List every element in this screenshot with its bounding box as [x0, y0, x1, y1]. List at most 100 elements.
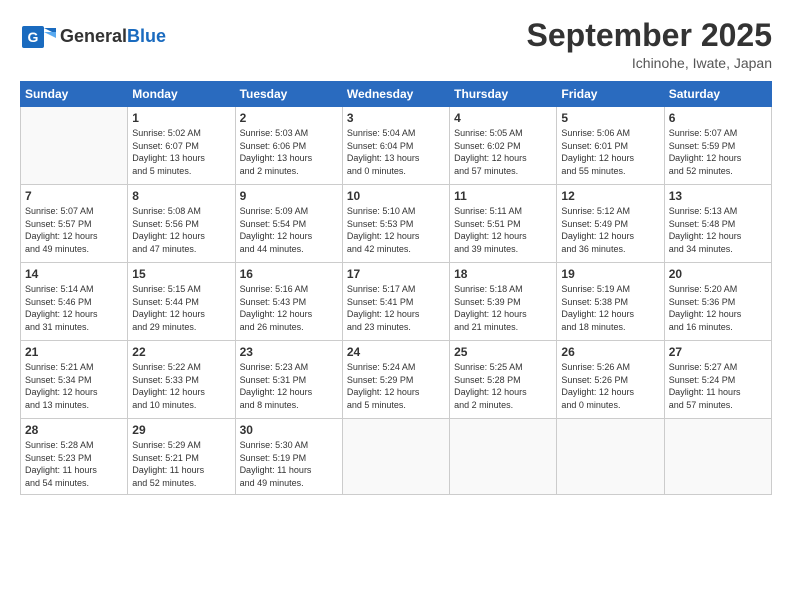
day-number: 17 [347, 267, 445, 281]
calendar-cell: 16 Sunrise: 5:16 AM Sunset: 5:43 PM Dayli… [235, 263, 342, 341]
calendar-cell: 10 Sunrise: 5:10 AM Sunset: 5:53 PM Dayli… [342, 185, 449, 263]
day-number: 9 [240, 189, 338, 203]
weekday-header-row: SundayMondayTuesdayWednesdayThursdayFrid… [21, 82, 772, 107]
calendar-cell: 6 Sunrise: 5:07 AM Sunset: 5:59 PM Daylig… [664, 107, 771, 185]
day-number: 6 [669, 111, 767, 125]
day-info: Sunrise: 5:15 AM Sunset: 5:44 PM Dayligh… [132, 283, 230, 333]
calendar-cell [557, 419, 664, 494]
day-number: 5 [561, 111, 659, 125]
day-info: Sunrise: 5:10 AM Sunset: 5:53 PM Dayligh… [347, 205, 445, 255]
day-info: Sunrise: 5:16 AM Sunset: 5:43 PM Dayligh… [240, 283, 338, 333]
day-info: Sunrise: 5:21 AM Sunset: 5:34 PM Dayligh… [25, 361, 123, 411]
logo-blue: Blue [127, 26, 166, 46]
day-number: 25 [454, 345, 552, 359]
day-info: Sunrise: 5:25 AM Sunset: 5:28 PM Dayligh… [454, 361, 552, 411]
day-info: Sunrise: 5:06 AM Sunset: 6:01 PM Dayligh… [561, 127, 659, 177]
day-number: 7 [25, 189, 123, 203]
calendar-cell: 12 Sunrise: 5:12 AM Sunset: 5:49 PM Dayli… [557, 185, 664, 263]
day-info: Sunrise: 5:12 AM Sunset: 5:49 PM Dayligh… [561, 205, 659, 255]
day-info: Sunrise: 5:29 AM Sunset: 5:21 PM Dayligh… [132, 439, 230, 489]
calendar-cell [342, 419, 449, 494]
calendar-cell [664, 419, 771, 494]
day-info: Sunrise: 5:11 AM Sunset: 5:51 PM Dayligh… [454, 205, 552, 255]
day-number: 16 [240, 267, 338, 281]
week-row-5: 28 Sunrise: 5:28 AM Sunset: 5:23 PM Dayli… [21, 419, 772, 494]
day-number: 13 [669, 189, 767, 203]
day-number: 2 [240, 111, 338, 125]
calendar-cell: 15 Sunrise: 5:15 AM Sunset: 5:44 PM Dayli… [128, 263, 235, 341]
calendar-cell: 9 Sunrise: 5:09 AM Sunset: 5:54 PM Daylig… [235, 185, 342, 263]
day-info: Sunrise: 5:03 AM Sunset: 6:06 PM Dayligh… [240, 127, 338, 177]
day-info: Sunrise: 5:04 AM Sunset: 6:04 PM Dayligh… [347, 127, 445, 177]
day-number: 29 [132, 423, 230, 437]
day-number: 18 [454, 267, 552, 281]
weekday-header-friday: Friday [557, 82, 664, 107]
day-number: 10 [347, 189, 445, 203]
week-row-2: 7Sunrise: 5:07 AM Sunset: 5:57 PM Daylig… [21, 185, 772, 263]
day-info: Sunrise: 5:26 AM Sunset: 5:26 PM Dayligh… [561, 361, 659, 411]
calendar-cell: 1 Sunrise: 5:02 AM Sunset: 6:07 PM Daylig… [128, 107, 235, 185]
day-info: Sunrise: 5:02 AM Sunset: 6:07 PM Dayligh… [132, 127, 230, 177]
calendar-cell: 17 Sunrise: 5:17 AM Sunset: 5:41 PM Dayli… [342, 263, 449, 341]
calendar-cell [450, 419, 557, 494]
day-info: Sunrise: 5:19 AM Sunset: 5:38 PM Dayligh… [561, 283, 659, 333]
day-info: Sunrise: 5:05 AM Sunset: 6:02 PM Dayligh… [454, 127, 552, 177]
month-title: September 2025 [527, 18, 772, 53]
day-info: Sunrise: 5:09 AM Sunset: 5:54 PM Dayligh… [240, 205, 338, 255]
weekday-header-sunday: Sunday [21, 82, 128, 107]
calendar-cell: 24 Sunrise: 5:24 AM Sunset: 5:29 PM Dayli… [342, 341, 449, 419]
day-number: 14 [25, 267, 123, 281]
day-number: 24 [347, 345, 445, 359]
weekday-header-saturday: Saturday [664, 82, 771, 107]
calendar-table: SundayMondayTuesdayWednesdayThursdayFrid… [20, 81, 772, 494]
calendar-cell: 7Sunrise: 5:07 AM Sunset: 5:57 PM Daylig… [21, 185, 128, 263]
day-number: 21 [25, 345, 123, 359]
page: G GeneralBlue September 2025 Ichinohe, I… [0, 0, 792, 612]
location: Ichinohe, Iwate, Japan [527, 55, 772, 71]
day-info: Sunrise: 5:24 AM Sunset: 5:29 PM Dayligh… [347, 361, 445, 411]
calendar-cell: 4Sunrise: 5:05 AM Sunset: 6:02 PM Daylig… [450, 107, 557, 185]
calendar-cell: 11 Sunrise: 5:11 AM Sunset: 5:51 PM Dayli… [450, 185, 557, 263]
day-info: Sunrise: 5:08 AM Sunset: 5:56 PM Dayligh… [132, 205, 230, 255]
header: G GeneralBlue September 2025 Ichinohe, I… [20, 18, 772, 71]
calendar-cell: 19 Sunrise: 5:19 AM Sunset: 5:38 PM Dayli… [557, 263, 664, 341]
calendar-cell [21, 107, 128, 185]
day-info: Sunrise: 5:23 AM Sunset: 5:31 PM Dayligh… [240, 361, 338, 411]
day-info: Sunrise: 5:22 AM Sunset: 5:33 PM Dayligh… [132, 361, 230, 411]
calendar-cell: 2 Sunrise: 5:03 AM Sunset: 6:06 PM Daylig… [235, 107, 342, 185]
day-info: Sunrise: 5:30 AM Sunset: 5:19 PM Dayligh… [240, 439, 338, 489]
weekday-header-monday: Monday [128, 82, 235, 107]
calendar-cell: 5 Sunrise: 5:06 AM Sunset: 6:01 PM Daylig… [557, 107, 664, 185]
day-number: 15 [132, 267, 230, 281]
day-number: 3 [347, 111, 445, 125]
day-info: Sunrise: 5:28 AM Sunset: 5:23 PM Dayligh… [25, 439, 123, 489]
calendar-cell: 14Sunrise: 5:14 AM Sunset: 5:46 PM Dayli… [21, 263, 128, 341]
day-number: 19 [561, 267, 659, 281]
weekday-header-tuesday: Tuesday [235, 82, 342, 107]
day-number: 20 [669, 267, 767, 281]
day-number: 12 [561, 189, 659, 203]
day-number: 8 [132, 189, 230, 203]
calendar-cell: 29 Sunrise: 5:29 AM Sunset: 5:21 PM Dayli… [128, 419, 235, 494]
day-info: Sunrise: 5:17 AM Sunset: 5:41 PM Dayligh… [347, 283, 445, 333]
day-info: Sunrise: 5:20 AM Sunset: 5:36 PM Dayligh… [669, 283, 767, 333]
day-number: 11 [454, 189, 552, 203]
logo: G GeneralBlue [20, 18, 166, 56]
logo-general: General [60, 26, 127, 46]
calendar-cell: 22 Sunrise: 5:22 AM Sunset: 5:33 PM Dayli… [128, 341, 235, 419]
day-info: Sunrise: 5:27 AM Sunset: 5:24 PM Dayligh… [669, 361, 767, 411]
calendar-cell: 13 Sunrise: 5:13 AM Sunset: 5:48 PM Dayli… [664, 185, 771, 263]
day-number: 22 [132, 345, 230, 359]
day-number: 23 [240, 345, 338, 359]
calendar-cell: 25 Sunrise: 5:25 AM Sunset: 5:28 PM Dayli… [450, 341, 557, 419]
day-info: Sunrise: 5:18 AM Sunset: 5:39 PM Dayligh… [454, 283, 552, 333]
day-number: 30 [240, 423, 338, 437]
day-info: Sunrise: 5:13 AM Sunset: 5:48 PM Dayligh… [669, 205, 767, 255]
calendar-cell: 27Sunrise: 5:27 AM Sunset: 5:24 PM Dayli… [664, 341, 771, 419]
calendar-cell: 20 Sunrise: 5:20 AM Sunset: 5:36 PM Dayli… [664, 263, 771, 341]
day-number: 28 [25, 423, 123, 437]
weekday-header-wednesday: Wednesday [342, 82, 449, 107]
day-number: 1 [132, 111, 230, 125]
day-info: Sunrise: 5:07 AM Sunset: 5:59 PM Dayligh… [669, 127, 767, 177]
calendar-cell: 28 Sunrise: 5:28 AM Sunset: 5:23 PM Dayli… [21, 419, 128, 494]
